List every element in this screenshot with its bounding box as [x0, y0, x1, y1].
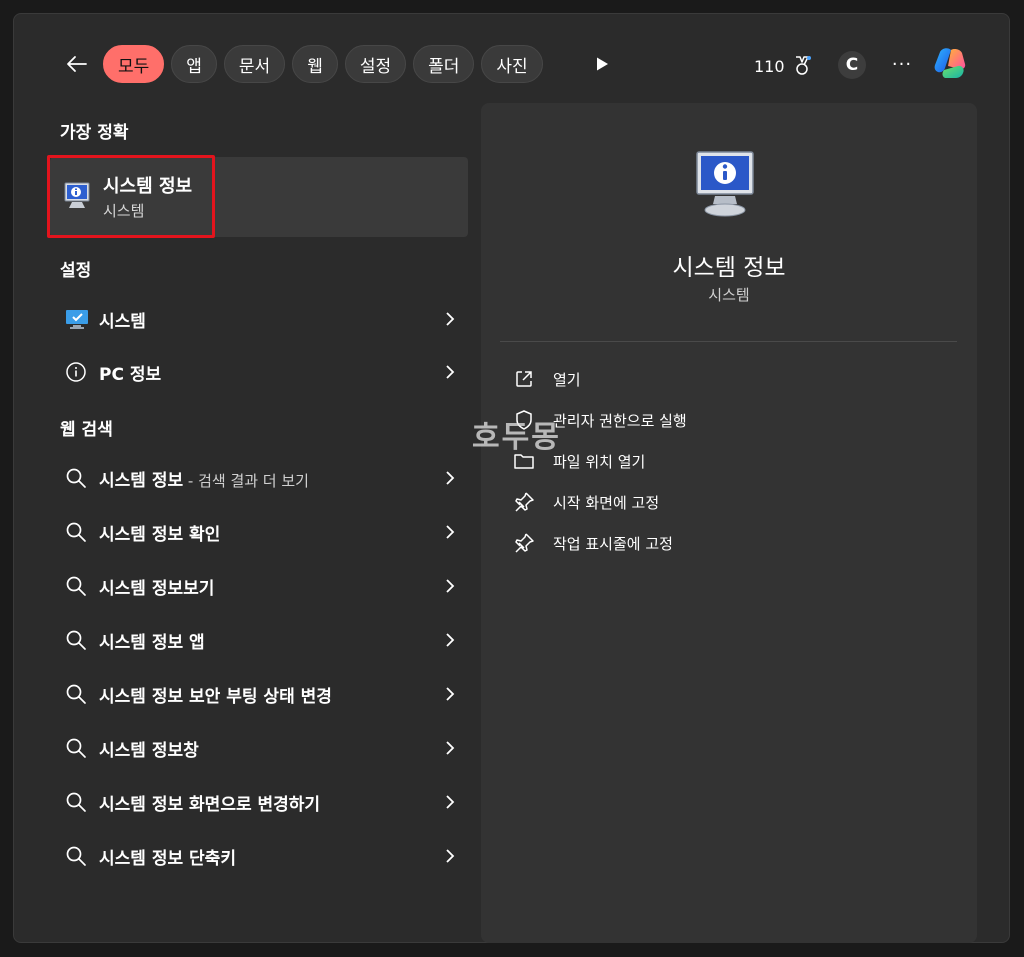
web-result-label: 시스템 정보창	[99, 740, 199, 761]
account-avatar[interactable]: C	[838, 51, 866, 79]
web-result-label: 시스템 정보 보안 부팅 상태 변경	[99, 686, 332, 707]
points-value: 110	[754, 56, 785, 76]
rewards-points[interactable]: 110	[754, 55, 813, 77]
web-result-suffix: - 검색 결과 더 보기	[183, 471, 309, 490]
settings-heading: 설정	[60, 261, 92, 281]
tab-all[interactable]: 모두	[103, 45, 165, 83]
web-result-label: 시스템 정보보기	[99, 578, 215, 599]
tab-apps[interactable]: 앱	[171, 45, 217, 83]
medal-icon	[795, 56, 811, 75]
watermark-text: 호두몽	[472, 420, 561, 455]
web-result-label: 시스템 정보 앱	[99, 632, 205, 653]
tab-folders[interactable]: 폴더	[413, 45, 475, 83]
chevron-right-icon	[440, 579, 460, 593]
web-result-text: 시스템 정보	[99, 470, 184, 491]
web-result-item[interactable]: 시스템 정보 보안 부팅 상태 변경	[60, 672, 460, 716]
tab-documents[interactable]: 문서	[223, 45, 286, 83]
chevron-right-icon	[440, 471, 460, 485]
search-icon	[65, 574, 99, 598]
copilot-button[interactable]	[932, 44, 972, 84]
details-divider	[500, 341, 957, 342]
chevron-right-icon	[440, 849, 460, 863]
action-label: 시작 화면에 고정	[553, 493, 660, 512]
web-result-item[interactable]: 시스템 정보 확인	[60, 510, 460, 554]
more-tabs-button[interactable]	[590, 52, 614, 76]
tab-settings[interactable]: 설정	[344, 45, 407, 83]
web-result-label: 시스템 정보 확인	[99, 524, 221, 545]
web-search-heading: 웹 검색	[60, 420, 113, 440]
back-button[interactable]	[60, 47, 94, 81]
info-icon	[65, 360, 99, 384]
details-app-category: 시스템	[708, 286, 750, 304]
copilot-icon	[934, 48, 966, 78]
action-label: 파일 위치 열기	[553, 452, 646, 471]
web-result-item[interactable]: 시스템 정보창	[60, 726, 460, 770]
search-icon	[65, 628, 99, 652]
web-result-label: 시스템 정보 단축키	[99, 848, 236, 869]
action-pin-to-start[interactable]: 시작 화면에 고정	[513, 487, 659, 517]
back-arrow-icon	[67, 56, 87, 72]
settings-item-label: 시스템	[99, 311, 146, 332]
action-open[interactable]: 열기	[513, 364, 581, 394]
details-app-name: 시스템 정보	[672, 255, 786, 281]
action-pin-to-taskbar[interactable]: 작업 표시줄에 고정	[513, 528, 673, 558]
search-icon	[65, 736, 99, 760]
chevron-right-icon	[440, 741, 460, 755]
action-label: 작업 표시줄에 고정	[553, 534, 673, 553]
web-result-item[interactable]: 시스템 정보 단축키	[60, 834, 460, 878]
settings-item-system[interactable]: 시스템	[60, 297, 460, 341]
settings-item-label: PC 정보	[99, 364, 162, 385]
search-icon	[65, 520, 99, 544]
web-result-item[interactable]: 시스템 정보 화면으로 변경하기	[60, 780, 460, 824]
pin-icon	[513, 532, 553, 554]
search-icon	[65, 790, 99, 814]
chevron-right-icon	[440, 525, 460, 539]
chevron-right-icon	[440, 795, 460, 809]
open-external-icon	[513, 368, 553, 390]
chevron-right-icon	[440, 365, 460, 379]
search-icon	[65, 466, 99, 490]
more-options-button[interactable]: ···	[888, 50, 916, 78]
tab-web[interactable]: 웹	[292, 45, 338, 83]
action-label: 열기	[553, 370, 581, 389]
best-match-subtitle: 시스템	[103, 202, 145, 220]
best-match-heading: 가장 정확	[60, 123, 129, 143]
chevron-right-icon	[440, 312, 460, 326]
web-result-label: 시스템 정보 - 검색 결과 더 보기	[99, 466, 440, 491]
monitor-check-icon	[65, 307, 99, 331]
settings-item-pc-info[interactable]: PC 정보	[60, 350, 460, 394]
best-match-title: 시스템 정보	[103, 176, 193, 197]
web-result-item[interactable]: 시스템 정보보기	[60, 564, 460, 608]
search-icon	[65, 682, 99, 706]
chevron-right-icon	[440, 633, 460, 647]
filter-tabs: 모두 앱 문서 웹 설정 폴더 사진	[103, 45, 543, 83]
action-label: 관리자 권한으로 실행	[553, 411, 687, 430]
chevron-right-icon	[440, 687, 460, 701]
web-result-item[interactable]: 시스템 정보 앱	[60, 618, 460, 662]
system-info-icon	[62, 180, 92, 210]
web-result-label: 시스템 정보 화면으로 변경하기	[99, 794, 321, 815]
tab-photos[interactable]: 사진	[481, 45, 543, 83]
details-panel	[481, 103, 977, 943]
system-info-large-icon	[693, 150, 757, 218]
web-result-item[interactable]: 시스템 정보 - 검색 결과 더 보기	[60, 456, 460, 500]
pin-icon	[513, 491, 553, 513]
play-icon	[597, 57, 608, 71]
search-icon	[65, 844, 99, 868]
